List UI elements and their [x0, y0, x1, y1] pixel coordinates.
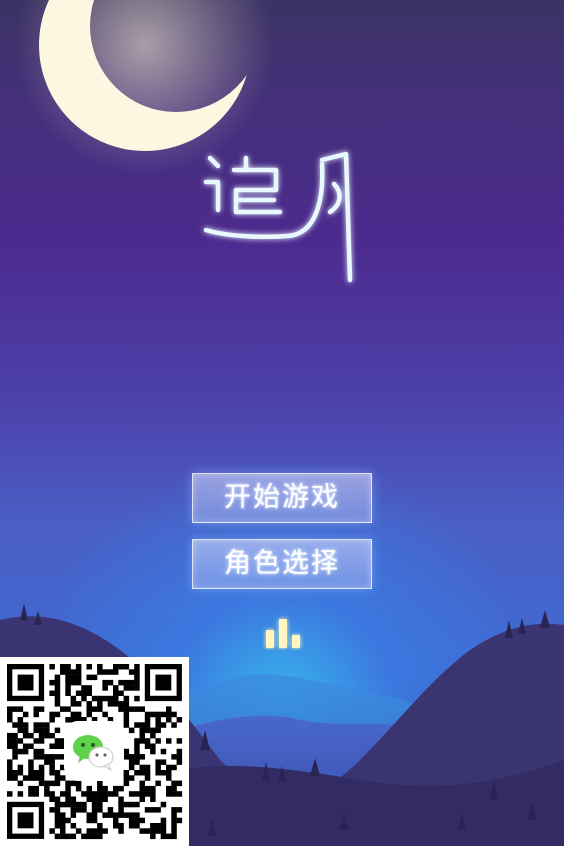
start-game-button[interactable]: 开始游戏: [192, 473, 372, 523]
leaderboard-icon[interactable]: [262, 614, 304, 650]
qr-finder-pattern: [144, 664, 182, 702]
qr-finder-pattern: [7, 801, 45, 839]
game-start-screen: 追月 开始游戏 角色选择: [0, 0, 564, 846]
game-title-logo: 追月: [203, 151, 353, 283]
character-select-button[interactable]: 角色选择: [192, 539, 372, 589]
qr-code: [0, 657, 189, 846]
wechat-icon: [66, 723, 122, 779]
qr-finder-pattern: [7, 664, 45, 702]
